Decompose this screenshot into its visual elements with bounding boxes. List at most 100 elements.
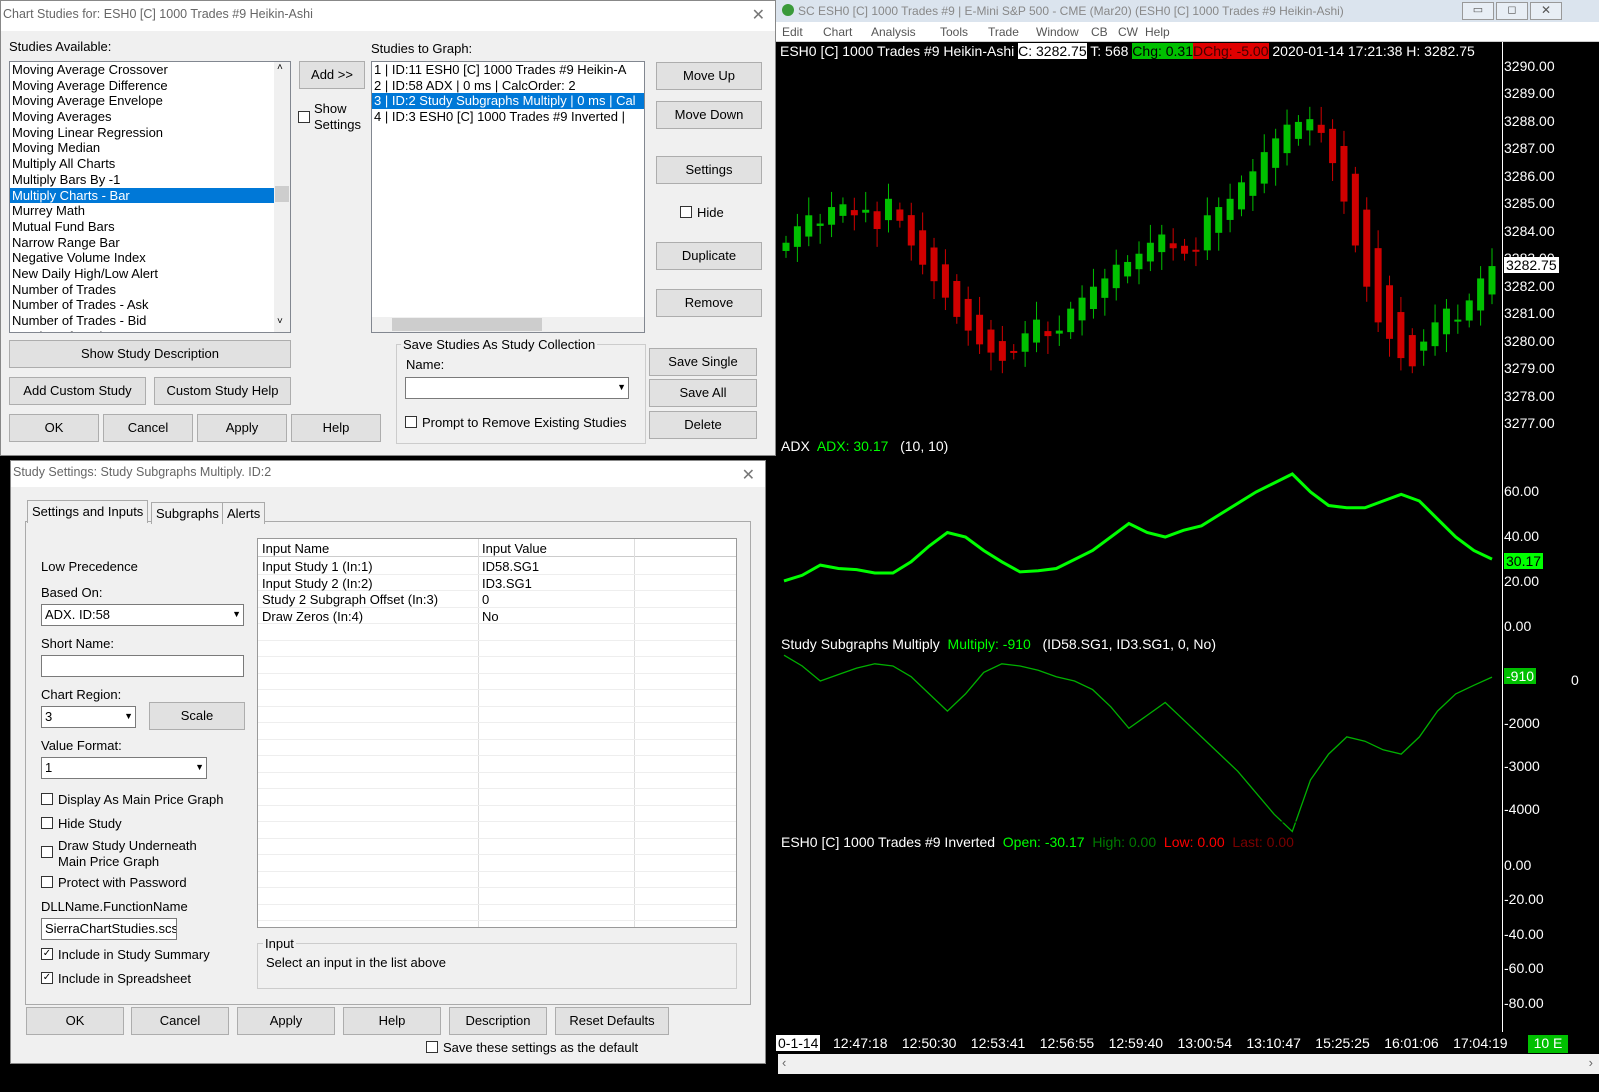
ok-button[interactable]: OK — [26, 1007, 124, 1035]
study-available-item[interactable]: Number of Trades — [10, 282, 274, 298]
table-row[interactable] — [258, 624, 736, 641]
study-available-item[interactable]: Multiply All Charts — [10, 156, 274, 172]
study-available-item[interactable]: Number of Trades — [10, 329, 274, 332]
draw-underneath-checkbox[interactable] — [41, 846, 53, 858]
move-down-button[interactable]: Move Down — [656, 101, 762, 129]
table-row[interactable] — [258, 756, 736, 773]
include-summary-checkbox[interactable]: ✓ — [41, 948, 53, 960]
scroll-up-icon[interactable]: ˄ — [277, 62, 283, 73]
tab-subgraphs[interactable]: Subgraphs — [151, 502, 224, 524]
study-available-item[interactable]: Moving Average Difference — [10, 78, 274, 94]
study-available-item[interactable]: Number of Trades - Ask — [10, 297, 274, 313]
inputs-table[interactable]: Input Name Input Value Input Study 1 (In:1… — [257, 538, 737, 928]
move-up-button[interactable]: Move Up — [656, 62, 762, 90]
study-available-item[interactable]: New Daily High/Low Alert — [10, 266, 274, 282]
table-row[interactable] — [258, 789, 736, 806]
prompt-remove-checkbox[interactable] — [405, 416, 417, 428]
study-available-item[interactable]: Multiply Bars By -1 — [10, 172, 274, 188]
study-available-item[interactable]: Moving Linear Regression — [10, 125, 274, 141]
cancel-button[interactable]: Cancel — [131, 1007, 229, 1035]
study-to-graph-item[interactable]: 1 | ID:11 ESH0 [C] 1000 Trades #9 Heikin… — [372, 62, 644, 78]
display-main-checkbox[interactable] — [41, 793, 53, 805]
scroll-thumb[interactable] — [392, 318, 542, 331]
scroll-right-icon[interactable]: › — [1589, 1055, 1593, 1070]
close-icon[interactable]: ✕ — [742, 465, 755, 485]
horizontal-scrollbar[interactable]: ‹ › — [778, 1054, 1599, 1074]
available-scrollbar[interactable]: ˄ ˅ — [274, 62, 290, 332]
table-row[interactable] — [258, 855, 736, 872]
study-available-item[interactable]: Moving Averages — [10, 109, 274, 125]
table-row[interactable] — [258, 641, 736, 657]
table-row[interactable]: Study 2 Subgraph Offset (In:3) 0 — [258, 591, 736, 608]
apply-button[interactable]: Apply — [197, 414, 287, 442]
scroll-left-icon[interactable]: ‹ — [782, 1055, 786, 1070]
collection-name-combo[interactable]: ▼ — [405, 377, 629, 399]
chevron-down-icon[interactable]: ▼ — [232, 609, 241, 619]
help-button[interactable]: Help — [291, 414, 381, 442]
include-spreadsheet-checkbox[interactable]: ✓ — [41, 972, 53, 984]
chevron-down-icon[interactable]: ▼ — [195, 762, 204, 772]
study-to-graph-item[interactable]: 2 | ID:58 ADX | 0 ms | CalcOrder: 2 — [372, 78, 644, 94]
remove-button[interactable]: Remove — [656, 289, 762, 317]
table-row[interactable] — [258, 888, 736, 905]
apply-button[interactable]: Apply — [237, 1007, 335, 1035]
table-row[interactable] — [258, 822, 736, 839]
dll-input[interactable]: SierraChartStudies.scs — [41, 918, 177, 940]
protect-password-checkbox[interactable] — [41, 876, 53, 888]
table-row[interactable] — [258, 657, 736, 674]
chart-region-select[interactable]: 3 ▼ — [41, 706, 136, 728]
table-row[interactable] — [258, 690, 736, 707]
show-settings-checkbox[interactable] — [298, 111, 310, 123]
studies-to-graph-list[interactable]: 1 | ID:11 ESH0 [C] 1000 Trades #9 Heikin… — [371, 61, 645, 333]
scroll-thumb[interactable] — [275, 186, 289, 202]
based-on-select[interactable]: ADX. ID:58 ▼ — [41, 604, 244, 626]
custom-study-help-button[interactable]: Custom Study Help — [154, 377, 291, 405]
study-to-graph-item[interactable]: 3 | ID:2 Study Subgraphs Multiply | 0 ms… — [372, 93, 644, 110]
cancel-button[interactable]: Cancel — [103, 414, 193, 442]
study-available-item[interactable]: Murrey Math — [10, 203, 274, 219]
value-format-select[interactable]: 1 ▼ — [41, 757, 207, 779]
table-row[interactable] — [258, 674, 736, 690]
ok-button[interactable]: OK — [9, 414, 99, 442]
delete-button[interactable]: Delete — [649, 411, 757, 439]
chart-plot[interactable] — [776, 0, 1599, 1092]
table-row[interactable] — [258, 806, 736, 822]
settings-button[interactable]: Settings — [656, 156, 762, 184]
scroll-down-icon[interactable]: ˅ — [277, 316, 283, 327]
table-row[interactable]: Draw Zeros (In:4) No — [258, 608, 736, 624]
duplicate-button[interactable]: Duplicate — [656, 242, 762, 270]
study-available-item[interactable]: Multiply Charts - Bar — [10, 187, 274, 204]
add-custom-study-button[interactable]: Add Custom Study — [9, 377, 146, 405]
hide-study-checkbox[interactable] — [41, 817, 53, 829]
col-input-name[interactable]: Input Name — [262, 541, 329, 556]
study-available-item[interactable]: Mutual Fund Bars — [10, 219, 274, 235]
save-all-button[interactable]: Save All — [649, 379, 757, 407]
add-study-button[interactable]: Add >> — [299, 61, 365, 89]
hide-checkbox[interactable] — [680, 206, 692, 218]
study-available-item[interactable]: Narrow Range Bar — [10, 235, 274, 251]
table-row[interactable] — [258, 839, 736, 855]
table-row[interactable]: Input Study 2 (In:2) ID3.SG1 — [258, 575, 736, 591]
table-row[interactable] — [258, 707, 736, 723]
table-row[interactable]: Input Study 1 (In:1) ID58.SG1 — [258, 558, 736, 575]
study-available-item[interactable]: Moving Median — [10, 140, 274, 156]
chevron-down-icon[interactable]: ▼ — [617, 382, 626, 392]
table-row[interactable] — [258, 905, 736, 921]
help-button[interactable]: Help — [343, 1007, 441, 1035]
graph-hscrollbar[interactable] — [372, 317, 644, 332]
chevron-down-icon[interactable]: ▼ — [124, 711, 133, 721]
description-button[interactable]: Description — [449, 1007, 547, 1035]
study-available-item[interactable]: Number of Trades - Bid — [10, 313, 274, 329]
table-row[interactable] — [258, 723, 736, 740]
table-row[interactable] — [258, 921, 736, 927]
table-row[interactable] — [258, 872, 736, 888]
scale-button[interactable]: Scale — [149, 702, 245, 730]
table-row[interactable] — [258, 740, 736, 756]
study-available-item[interactable]: Moving Average Envelope — [10, 93, 274, 109]
show-study-description-button[interactable]: Show Study Description — [9, 340, 291, 368]
study-available-item[interactable]: Moving Average Crossover — [10, 62, 274, 78]
tab-alerts[interactable]: Alerts — [222, 502, 266, 524]
reset-defaults-button[interactable]: Reset Defaults — [555, 1007, 669, 1035]
short-name-input[interactable] — [41, 655, 244, 677]
study-to-graph-item[interactable]: 4 | ID:3 ESH0 [C] 1000 Trades #9 Inverte… — [372, 109, 644, 125]
